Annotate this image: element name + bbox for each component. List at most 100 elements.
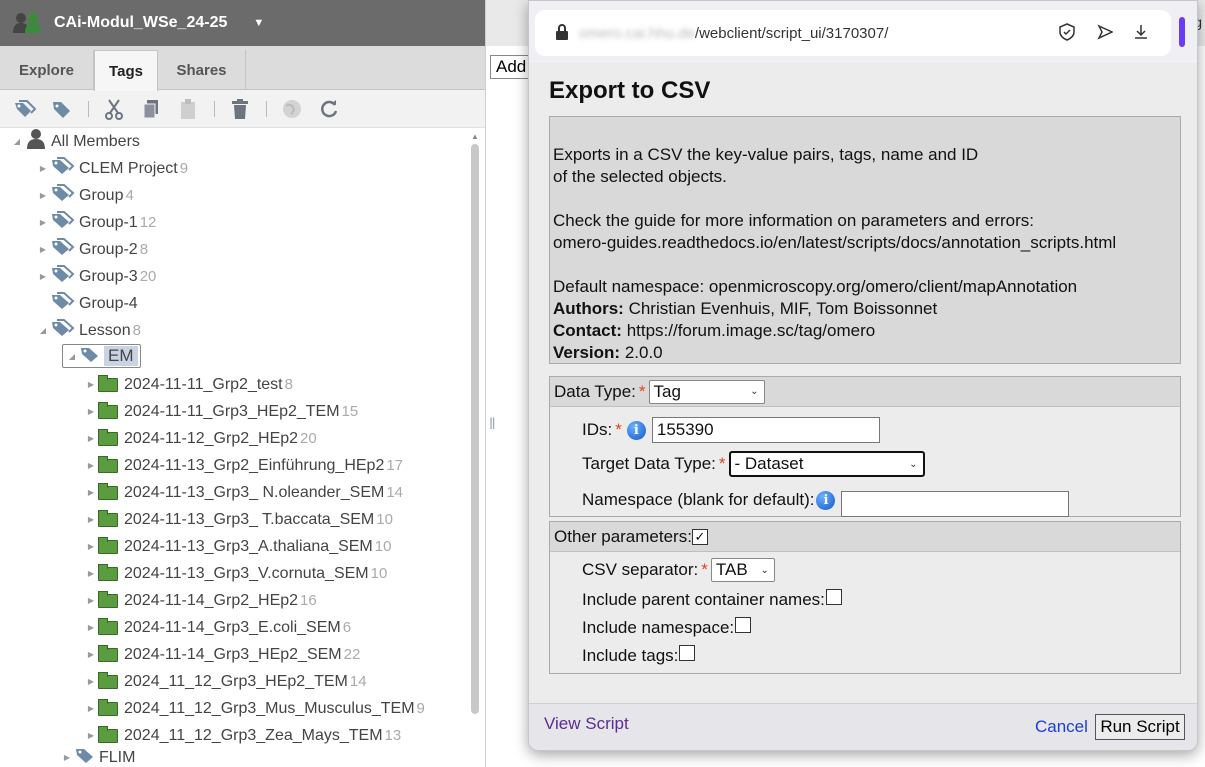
expand-arrow-icon[interactable]: ▶ (86, 569, 96, 578)
expand-arrow-icon[interactable]: ◢ (38, 326, 48, 335)
other-params-checkbox[interactable]: ✓ (691, 528, 708, 545)
tree-dataset-item[interactable]: ▶ 2024-11-14_Grp2_HEp2 16 (86, 587, 317, 614)
tree-item-flim[interactable]: ▶ FLIM (62, 744, 136, 767)
copy-icon[interactable] (138, 96, 164, 122)
tree-dataset-item[interactable]: ▶ 2024-11-11_Grp3_HEp2_TEM 15 (86, 398, 358, 425)
expand-arrow-icon[interactable]: ▶ (38, 191, 48, 200)
target-type-select[interactable]: - Dataset ⌄ (728, 451, 925, 477)
expand-arrow-icon[interactable]: ◢ (67, 352, 77, 361)
tree-item[interactable]: Group-4 (38, 290, 140, 317)
required-marker: * (638, 381, 646, 401)
tree-item-label: 2024-11-14_Grp2_HEp2 (124, 591, 299, 609)
tree-dataset-item[interactable]: ▶ 2024-11-13_Grp3_ N.oleander_SEM 14 (86, 479, 403, 506)
tree-item[interactable]: ▶ CLEM Project 9 (38, 155, 188, 182)
parent-names-checkbox[interactable] (825, 589, 842, 605)
scrollbar-thumb[interactable] (471, 144, 479, 714)
tree-dataset-item[interactable]: ▶ 2024-11-14_Grp3_HEp2_SEM 22 (86, 641, 360, 668)
tree-item[interactable]: ◢ Lesson 8 (38, 317, 141, 344)
expand-arrow-icon[interactable]: ▶ (86, 704, 96, 713)
download-icon[interactable] (1133, 24, 1149, 44)
namespace-row: Namespace (blank for default): i (582, 483, 1070, 517)
globe-icon[interactable] (279, 96, 305, 122)
expand-arrow-icon[interactable]: ▶ (86, 461, 96, 470)
chevron-down-icon[interactable]: ▼ (253, 17, 264, 29)
refresh-icon[interactable] (316, 96, 342, 122)
scroll-up-icon[interactable]: ▲ (471, 132, 479, 141)
new-tagset-icon[interactable] (12, 96, 38, 122)
paste-icon[interactable] (175, 96, 201, 122)
expand-arrow-icon[interactable]: ▶ (86, 488, 96, 497)
include-tags-label: Include tags: (582, 646, 679, 665)
expand-arrow-icon[interactable]: ◢ (12, 137, 22, 146)
expand-arrow-icon[interactable]: ▶ (38, 164, 48, 173)
tree-item-count: 9 (179, 160, 189, 177)
shield-icon[interactable] (1059, 23, 1075, 45)
tree-dataset-item[interactable]: ▶ 2024-11-12_Grp2_HEp2 20 (86, 425, 317, 452)
folder-icon (98, 428, 118, 446)
send-icon[interactable] (1097, 24, 1114, 44)
expand-arrow-icon[interactable]: ▶ (86, 677, 96, 686)
tab-explore[interactable]: Explore (0, 50, 94, 90)
tree-dataset-item[interactable]: ▶ 2024-11-14_Grp3_E.coli_SEM 6 (86, 614, 351, 641)
new-tag-icon[interactable] (49, 96, 75, 122)
info-icon[interactable]: i (626, 420, 646, 440)
group-users-icon (12, 12, 48, 34)
expand-arrow-icon[interactable]: ▶ (86, 596, 96, 605)
tree-dataset-item[interactable]: ▶ 2024_11_12_Grp3_Mus_Musculus_TEM 9 (86, 695, 425, 722)
expand-arrow-icon[interactable]: ▶ (86, 731, 96, 740)
tree-item-label: 2024-11-11_Grp3_HEp2_TEM (124, 402, 340, 420)
data-type-select[interactable]: Tag ⌄ (648, 379, 765, 404)
tree-item[interactable]: ▶ Group 4 (38, 182, 134, 209)
expand-arrow-icon[interactable]: ▶ (86, 650, 96, 659)
browser-accent-bar (1179, 17, 1185, 47)
expand-arrow-icon[interactable]: ▶ (86, 515, 96, 524)
tree-item[interactable]: ▶ Group-3 20 (38, 263, 156, 290)
tree-dataset-item[interactable]: ▶ 2024_11_12_Grp3_HEp2_TEM 14 (86, 668, 367, 695)
expand-arrow-icon[interactable]: ▶ (62, 753, 72, 762)
cancel-button[interactable]: Cancel (1035, 717, 1088, 737)
expand-arrow-icon[interactable]: ▶ (86, 407, 96, 416)
include-ns-checkbox[interactable] (735, 617, 752, 633)
tab-tags[interactable]: Tags (94, 50, 158, 91)
ids-row: IDs: * i 155390 (582, 417, 880, 443)
tab-shares[interactable]: Shares (158, 50, 246, 90)
expand-arrow-icon[interactable]: ▶ (86, 380, 96, 389)
expand-arrow-icon[interactable]: ▶ (38, 272, 48, 281)
tree-dataset-item[interactable]: ▶ 2024-11-13_Grp3_V.cornuta_SEM 10 (86, 560, 387, 587)
tree-item[interactable]: ◢ EM (62, 344, 141, 368)
tag-icon (79, 345, 101, 368)
tree-item[interactable]: ▶ Group-2 8 (38, 236, 148, 263)
expand-arrow-icon[interactable]: ▶ (38, 245, 48, 254)
group-selector[interactable]: CAi-Modul_WSe_24-25 ▼ (0, 0, 485, 46)
tree-item-count: 12 (139, 214, 157, 231)
delete-icon[interactable] (227, 96, 253, 122)
tree-dataset-item[interactable]: ▶ 2024-11-11_Grp2_test 8 (86, 371, 293, 398)
csv-sep-select[interactable]: TAB ⌄ (710, 558, 775, 582)
tree-dataset-item[interactable]: ▶ 2024-11-13_Grp3_ T.baccata_SEM 10 (86, 506, 393, 533)
cut-icon[interactable] (101, 96, 127, 122)
tree-item-count: 10 (370, 565, 388, 582)
tree-root[interactable]: ◢ All Members (12, 128, 140, 155)
run-script-button[interactable]: Run Script (1095, 714, 1185, 740)
tree-item-count: 13 (384, 727, 402, 744)
expand-arrow-icon[interactable]: ▶ (86, 542, 96, 551)
tree-item-label: EM (104, 346, 138, 366)
expand-arrow-icon[interactable]: ▶ (86, 623, 96, 632)
tree-scrollbar[interactable]: ▲ (470, 130, 480, 767)
info-icon[interactable]: i (816, 490, 836, 510)
url-path: /webclient/script_ui/3170307/ (694, 24, 889, 42)
lock-icon (555, 24, 569, 44)
expand-arrow-icon[interactable]: ▶ (86, 434, 96, 443)
tree-dataset-item[interactable]: ▶ 2024-11-13_Grp2_Einführung_HEp2 17 (86, 452, 403, 479)
expand-arrow-icon[interactable] (38, 299, 48, 308)
view-script-link[interactable]: View Script (544, 714, 629, 734)
splitter-handle-icon[interactable]: ‖ (489, 416, 496, 434)
ids-input[interactable]: 155390 (651, 417, 880, 443)
tree-item[interactable]: ▶ Group-1 12 (38, 209, 156, 236)
tree-dataset-item[interactable]: ▶ 2024-11-13_Grp3_A.thaliana_SEM 10 (86, 533, 391, 560)
expand-arrow-icon[interactable]: ▶ (38, 218, 48, 227)
tree-item-count: 8 (132, 322, 141, 339)
namespace-input[interactable] (841, 491, 1070, 517)
include-tags-checkbox[interactable] (679, 645, 696, 661)
url-bar[interactable]: omero.cai.hhu.de /webclient/script_ui/31… (535, 10, 1171, 56)
